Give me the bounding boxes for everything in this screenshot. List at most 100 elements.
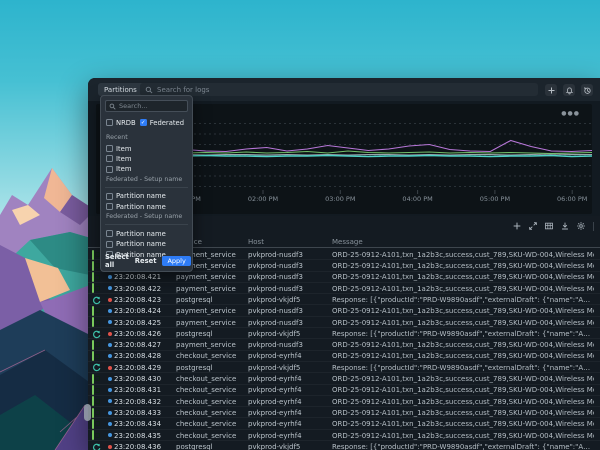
dropdown-footer: Select all Reset Apply: [105, 253, 191, 269]
dropdown-search-input[interactable]: Search...: [105, 100, 188, 112]
chart-menu-ellipsis-icon[interactable]: ●●●: [561, 111, 580, 117]
section-header: Federated - Setup name: [106, 213, 183, 221]
plus-icon: [548, 87, 554, 93]
checkbox-unchecked[interactable]: [106, 165, 113, 173]
log-host: pvkprod-eyrhf4: [248, 375, 302, 384]
table-row[interactable]: 23:20:08.424 payment_service pvkprod-nusdf…: [88, 305, 600, 317]
bell-icon: [565, 86, 573, 94]
log-host: pvkprod-eyrhf4: [248, 408, 302, 417]
table-row[interactable]: 23:20:08.432 checkout_service pvkprod-eyrh…: [88, 396, 600, 408]
x-axis-tick-label: 03:00 PM: [325, 195, 356, 203]
table-download-button[interactable]: [559, 221, 570, 232]
apply-button[interactable]: Apply: [162, 256, 191, 266]
table-row[interactable]: 23:20:08.435 checkout_service pvkprod-eyrh…: [88, 430, 600, 442]
status-dot-blue: [108, 354, 112, 359]
scrollbar-thumb[interactable]: [84, 404, 91, 421]
container-icon: [92, 396, 101, 407]
gear-icon: [576, 222, 585, 230]
table-row[interactable]: 23:20:08.421 payment_service pvkprod-nusdf…: [88, 272, 600, 283]
log-service: payment_service: [176, 273, 236, 282]
add-button[interactable]: [545, 84, 557, 96]
container-icon: [92, 418, 101, 429]
checkbox-unchecked[interactable]: [106, 155, 113, 163]
partition-type-option[interactable]: NRDB: [106, 119, 136, 127]
log-service: payment_service: [176, 307, 236, 316]
log-timestamp: 23:20:08.435: [114, 431, 162, 440]
log-timestamp: 23:20:08.430: [114, 375, 162, 384]
partition-sections: Recent Item Item Item Federated - Setup name…: [105, 134, 188, 259]
checkbox-unchecked[interactable]: [106, 203, 113, 211]
log-timestamp: 23:20:08.436: [114, 442, 162, 450]
status-dot-blue: [108, 342, 112, 347]
partition-option[interactable]: Item: [106, 155, 188, 163]
notifications-button[interactable]: [563, 84, 575, 96]
log-service: postgresql: [176, 442, 213, 450]
table-row[interactable]: 23:20:08.434 checkout_service pvkprod-eyrh…: [88, 418, 600, 430]
log-message: ORD-25-0912-A101,txn_1a2b3c,success,cust…: [332, 352, 594, 361]
table-row[interactable]: 23:20:08.423 postgresql pvkprod-vkjdf5 Resp…: [88, 294, 600, 306]
partition-option-label: Partition name: [116, 229, 166, 238]
log-service: payment_service: [176, 284, 236, 293]
plus-icon: [513, 222, 520, 230]
checkbox-checked[interactable]: ✓: [139, 119, 147, 126]
search-icon: [145, 86, 153, 93]
status-dot-blue: [108, 286, 112, 291]
table-add-button[interactable]: [511, 221, 522, 232]
table-row[interactable]: 23:20:08.429 postgresql pvkprod-vkjdf5 Resp…: [88, 362, 600, 374]
checkbox-unchecked[interactable]: [106, 240, 113, 248]
table-settings-button[interactable]: [575, 221, 586, 232]
partition-option[interactable]: Partition name: [106, 192, 188, 201]
table-columns-button[interactable]: [543, 221, 554, 232]
x-axis-tick-label: 02:00 PM: [247, 195, 279, 203]
table-row[interactable]: 23:20:08.426 postgresql pvkprod-vkjdf5 Resp…: [88, 328, 600, 340]
container-icon: [92, 385, 101, 396]
partition-type-option[interactable]: ✓ Federated: [139, 118, 185, 127]
table-row[interactable]: 23:20:08.430 checkout_service pvkprod-eyrh…: [88, 373, 600, 385]
divider: [105, 186, 188, 188]
partition-type-options: NRDB ✓ Federated: [106, 118, 188, 127]
table-expand-button[interactable]: [527, 221, 538, 232]
checkbox-unchecked[interactable]: [106, 119, 113, 126]
postgres-refresh-icon: [92, 363, 101, 372]
table-row[interactable]: 23:20:08.427 payment_service pvkprod-nusdf…: [88, 339, 600, 351]
app-window: Partitions ▾ Search for logs: [88, 78, 600, 450]
log-host: pvkprod-eyrhf4: [248, 397, 302, 406]
partition-option[interactable]: Partition name: [106, 229, 188, 238]
checkbox-unchecked[interactable]: [106, 145, 113, 152]
partition-option[interactable]: Item: [106, 165, 188, 174]
time-history-button[interactable]: [581, 84, 593, 96]
x-axis-tick-label: 06:00 PM: [557, 195, 588, 203]
logs-search-input[interactable]: Search for logs: [140, 83, 538, 96]
expand-icon: [528, 222, 537, 230]
section-header: Federated - Setup name: [106, 175, 183, 183]
checkbox-unchecked[interactable]: [106, 192, 113, 200]
container-icon: [92, 351, 101, 362]
status-dot-blue: [108, 433, 112, 438]
checkbox-unchecked[interactable]: [106, 230, 113, 238]
partition-option-label: Partition name: [116, 192, 166, 201]
container-icon: [92, 373, 101, 384]
table-row[interactable]: 23:20:08.425 payment_service pvkprod-nusdf…: [88, 317, 600, 329]
partition-type-label: Federated: [149, 118, 185, 127]
table-row[interactable]: 23:20:08.436 postgresql pvkprod-vkjdf5 Resp…: [88, 441, 600, 450]
search-icon: [109, 103, 116, 110]
partition-option-label: Partition name: [116, 240, 166, 249]
partition-option-label: Partition name: [116, 202, 166, 211]
partition-option-label: Item: [116, 165, 132, 174]
table-row[interactable]: 23:20:08.428 checkout_service pvkprod-eyrh…: [88, 351, 600, 362]
log-message: ORD-25-0912-A101,txn_1a2b3c,success,cust…: [332, 262, 594, 271]
log-timestamp: 23:20:08.421: [114, 273, 162, 282]
table-row[interactable]: 23:20:08.422 payment_service pvkprod-nusdf…: [88, 283, 600, 295]
reset-link[interactable]: Reset: [135, 257, 157, 265]
table-row[interactable]: 23:20:08.433 checkout_service pvkprod-eyrh…: [88, 407, 600, 419]
partition-option[interactable]: Partition name: [106, 240, 188, 249]
log-host: pvkprod-vkjdf5: [248, 442, 301, 450]
table-row[interactable]: 23:20:08.431 checkout_service pvkprod-eyrh…: [88, 385, 600, 396]
partition-option[interactable]: Item: [106, 145, 188, 153]
log-service: postgresql: [176, 329, 213, 338]
log-message: ORD-25-0912-A101,txn_1a2b3c,success,cust…: [332, 341, 594, 350]
column-header-message[interactable]: Message: [332, 238, 363, 246]
partition-option[interactable]: Partition name: [106, 202, 188, 211]
column-header-host[interactable]: Host: [248, 238, 264, 246]
select-all-link[interactable]: Select all: [105, 253, 129, 269]
